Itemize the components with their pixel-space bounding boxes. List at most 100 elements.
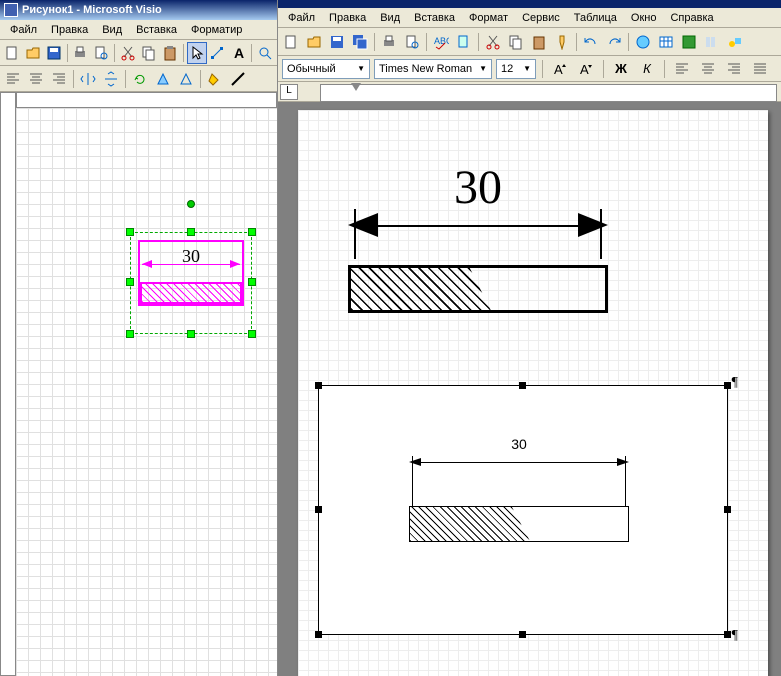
paste-button[interactable] bbox=[160, 42, 180, 64]
font-combo[interactable]: Times New Roman▼ bbox=[374, 59, 492, 79]
print-button[interactable] bbox=[378, 31, 400, 53]
object-handle[interactable] bbox=[519, 382, 526, 389]
paste-button[interactable] bbox=[528, 31, 550, 53]
tab-selector[interactable]: L bbox=[280, 84, 298, 100]
indent-marker-icon[interactable] bbox=[351, 83, 361, 93]
resize-handle-tr[interactable] bbox=[248, 228, 256, 236]
rotate-button[interactable] bbox=[129, 68, 151, 90]
save-button[interactable] bbox=[44, 42, 64, 64]
flip-h-button[interactable] bbox=[77, 68, 99, 90]
word-menu-window[interactable]: Окно bbox=[625, 10, 663, 26]
pointer-button[interactable] bbox=[187, 42, 207, 64]
pasted-drawing-large[interactable]: 30 bbox=[348, 160, 608, 313]
word-ruler-horizontal[interactable] bbox=[320, 84, 777, 102]
undo-button[interactable] bbox=[580, 31, 602, 53]
object-handle[interactable] bbox=[724, 631, 731, 638]
word-document-area[interactable]: 30 ¶ bbox=[278, 102, 781, 676]
flip-v-button[interactable] bbox=[100, 68, 122, 90]
size-combo[interactable]: 12▼ bbox=[496, 59, 536, 79]
rotation-handle[interactable] bbox=[187, 200, 195, 208]
open-button[interactable] bbox=[303, 31, 325, 53]
visio-menu-file[interactable]: Файл bbox=[4, 22, 43, 38]
line-icon bbox=[230, 71, 246, 87]
copy-button[interactable] bbox=[505, 31, 527, 53]
preview-button[interactable] bbox=[91, 42, 111, 64]
spell-button[interactable]: ABC bbox=[430, 31, 452, 53]
word-menu-tools[interactable]: Сервис bbox=[516, 10, 566, 26]
resize-handle-bl[interactable] bbox=[126, 330, 134, 338]
word-menu-insert[interactable]: Вставка bbox=[408, 10, 461, 26]
visio-ruler-horizontal[interactable] bbox=[16, 92, 277, 108]
redo-button[interactable] bbox=[603, 31, 625, 53]
justify-button[interactable] bbox=[749, 58, 771, 80]
hyperlink-button[interactable] bbox=[632, 31, 654, 53]
resize-handle-bm[interactable] bbox=[187, 330, 195, 338]
copy-button[interactable] bbox=[139, 42, 159, 64]
shape2-button[interactable] bbox=[175, 68, 197, 90]
resize-handle-mr[interactable] bbox=[248, 278, 256, 286]
word-page[interactable]: 30 ¶ bbox=[298, 110, 768, 676]
text-button[interactable]: A bbox=[228, 42, 248, 64]
align-center-button[interactable] bbox=[25, 68, 47, 90]
shape-button[interactable] bbox=[152, 68, 174, 90]
format-painter-button[interactable] bbox=[551, 31, 573, 53]
columns-button[interactable] bbox=[701, 31, 723, 53]
word-menu-format[interactable]: Формат bbox=[463, 10, 514, 26]
visio-menu-insert[interactable]: Вставка bbox=[130, 22, 183, 38]
align-left-button[interactable] bbox=[2, 68, 24, 90]
cut-button[interactable] bbox=[482, 31, 504, 53]
align-center-button[interactable] bbox=[697, 58, 719, 80]
visio-menu-view[interactable]: Вид bbox=[96, 22, 128, 38]
object-handle[interactable] bbox=[315, 631, 322, 638]
object-handle[interactable] bbox=[724, 382, 731, 389]
object-handle[interactable] bbox=[724, 506, 731, 513]
object-handle[interactable] bbox=[315, 382, 322, 389]
word-menu-edit[interactable]: Правка bbox=[323, 10, 372, 26]
visio-ruler-vertical[interactable] bbox=[0, 92, 16, 676]
shrink-font-button[interactable]: A bbox=[575, 58, 597, 80]
embedded-object-frame[interactable]: 30 bbox=[318, 385, 728, 635]
word-menu-file[interactable]: Файл bbox=[282, 10, 321, 26]
visio-menu-format[interactable]: Форматир bbox=[185, 22, 248, 38]
table-button[interactable] bbox=[655, 31, 677, 53]
word-menu-help[interactable]: Справка bbox=[664, 10, 719, 26]
bold-button[interactable]: Ж bbox=[610, 58, 632, 80]
drawing-shape[interactable]: 30 bbox=[138, 240, 244, 306]
selected-shape-group[interactable]: 30 bbox=[126, 208, 256, 338]
resize-handle-br[interactable] bbox=[248, 330, 256, 338]
preview-button[interactable] bbox=[401, 31, 423, 53]
align-right-button[interactable] bbox=[723, 58, 745, 80]
saveall-button[interactable] bbox=[349, 31, 371, 53]
italic-icon: К bbox=[643, 61, 651, 76]
align-left-icon bbox=[5, 71, 21, 87]
style-combo[interactable]: Обычный▼ bbox=[282, 59, 370, 79]
visio-menu-edit[interactable]: Правка bbox=[45, 22, 94, 38]
save-button[interactable] bbox=[326, 31, 348, 53]
align-left-button[interactable] bbox=[671, 58, 693, 80]
new-button[interactable] bbox=[280, 31, 302, 53]
new-button[interactable] bbox=[2, 42, 22, 64]
cut-button[interactable] bbox=[118, 42, 138, 64]
open-button[interactable] bbox=[23, 42, 43, 64]
align-right-button[interactable] bbox=[48, 68, 70, 90]
object-handle[interactable] bbox=[519, 631, 526, 638]
grow-font-button[interactable]: A bbox=[549, 58, 571, 80]
line-button[interactable] bbox=[227, 68, 249, 90]
visio-canvas[interactable]: 30 bbox=[16, 108, 277, 676]
fill-button[interactable] bbox=[204, 68, 226, 90]
zoom-button[interactable] bbox=[255, 42, 275, 64]
research-button[interactable] bbox=[453, 31, 475, 53]
italic-button[interactable]: К bbox=[636, 58, 658, 80]
object-handle[interactable] bbox=[315, 506, 322, 513]
resize-handle-tl[interactable] bbox=[126, 228, 134, 236]
resize-handle-ml[interactable] bbox=[126, 278, 134, 286]
word-menu-view[interactable]: Вид bbox=[374, 10, 406, 26]
excel-button[interactable] bbox=[678, 31, 700, 53]
print-button[interactable] bbox=[71, 42, 91, 64]
word-menu-table[interactable]: Таблица bbox=[568, 10, 623, 26]
connector-button[interactable] bbox=[208, 42, 228, 64]
part-rectangle bbox=[409, 506, 629, 542]
drawing-button[interactable] bbox=[724, 31, 746, 53]
word-toolbar-formatting: Обычный▼ Times New Roman▼ 12▼ A A Ж К bbox=[278, 56, 781, 82]
resize-handle-tm[interactable] bbox=[187, 228, 195, 236]
